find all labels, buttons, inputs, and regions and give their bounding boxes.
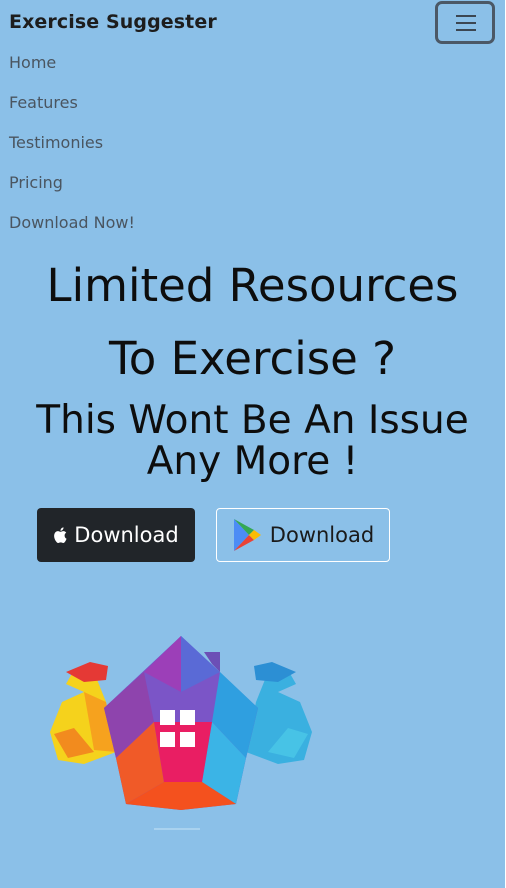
apple-icon [54, 527, 67, 543]
hero-subtitle-line-2: Any More ! [146, 439, 359, 484]
hamburger-icon-bar [456, 22, 476, 24]
nav-link-home[interactable]: Home [9, 51, 135, 91]
apple-download-button[interactable]: Download [37, 508, 195, 562]
nav-menu: Home Features Testimonies Pricing Downlo… [9, 51, 135, 251]
hero-subtitle-line-1: This Wont Be An Issue [36, 398, 469, 443]
nav-link-pricing[interactable]: Pricing [9, 171, 135, 211]
hero-subtitle: This Wont Be An Issue Any More ! [0, 400, 505, 482]
nav-link-features[interactable]: Features [9, 91, 135, 131]
navbar-toggler-button[interactable] [435, 1, 495, 44]
muscular-house-mascot [50, 636, 312, 830]
google-play-icon [233, 519, 261, 551]
navbar-brand[interactable]: Exercise Suggester [9, 11, 217, 33]
nav-link-testimonies[interactable]: Testimonies [9, 131, 135, 171]
nav-link-download[interactable]: Download Now! [9, 211, 135, 251]
google-play-download-label: Download [269, 523, 375, 547]
hero-title-line-1: Limited Resources [46, 259, 459, 312]
hamburger-icon-bar [456, 29, 476, 31]
apple-download-label: Download [74, 523, 179, 547]
hero-title-line-2: To Exercise ? [108, 332, 397, 385]
page-background: Exercise Suggester Home Features Testimo… [0, 0, 505, 888]
google-play-download-button[interactable]: Download [216, 508, 390, 562]
hamburger-icon [456, 15, 476, 17]
